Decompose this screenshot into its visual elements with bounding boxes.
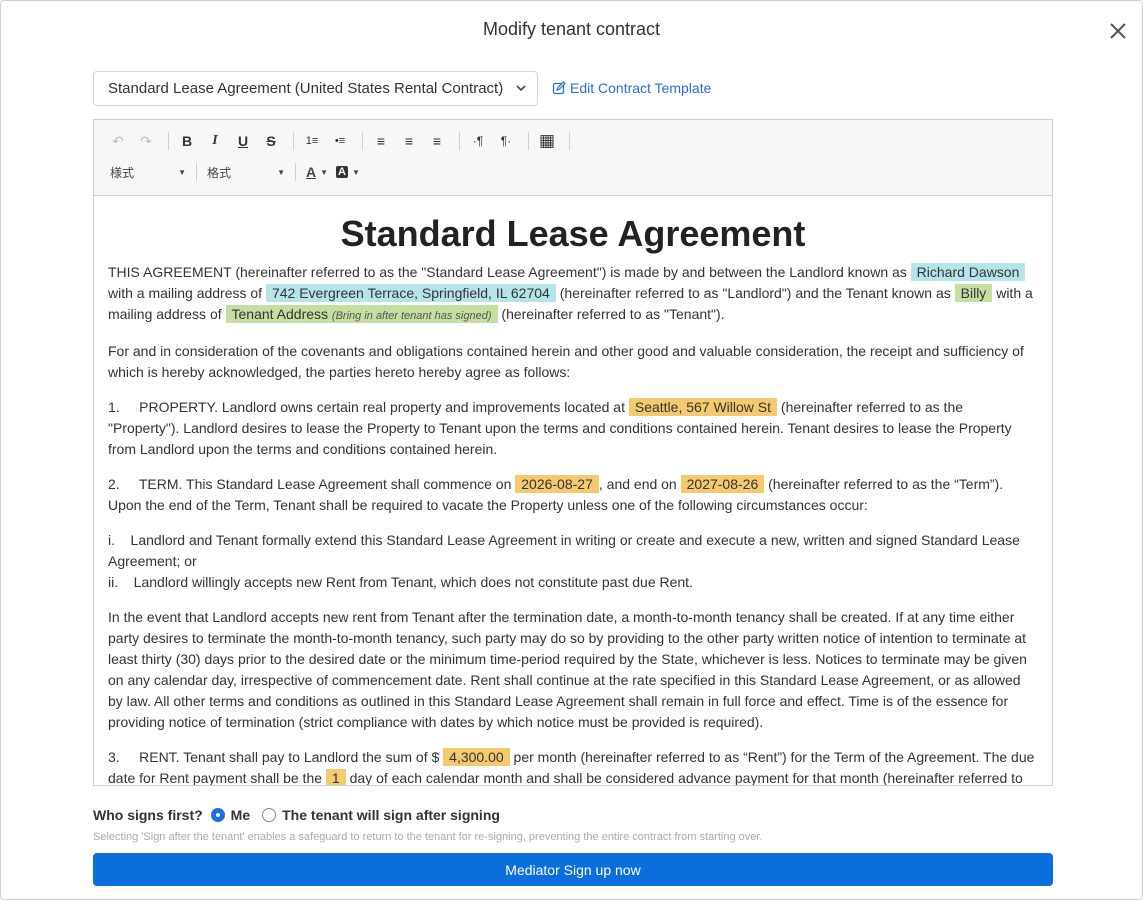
- text: with a mailing address of: [108, 285, 266, 301]
- table-icon[interactable]: ▦: [535, 130, 559, 152]
- align-center-icon[interactable]: ≡: [397, 130, 421, 152]
- paragraph-term: 2. TERM. This Standard Lease Agreement s…: [108, 474, 1038, 516]
- background-color-icon: A: [336, 166, 348, 178]
- undo-icon[interactable]: ↶: [106, 130, 130, 152]
- align-left-icon[interactable]: ≡: [369, 130, 393, 152]
- italic-icon[interactable]: I: [203, 130, 227, 152]
- template-row: Standard Lease Agreement (United States …: [93, 70, 711, 106]
- edit-contract-template-link[interactable]: Edit Contract Template: [552, 80, 711, 96]
- paragraph-circumstances: i. Landlord and Tenant formally extend t…: [108, 530, 1038, 593]
- edit-icon: [552, 81, 566, 95]
- signing-note: Selecting 'Sign after the tenant' enable…: [93, 831, 763, 843]
- property-address-field[interactable]: Seattle, 567 Willow St: [628, 398, 778, 416]
- rich-text-editor: ↶ ↷ B I U S 1≡ •≡ ≡ ≡ ≡ ·¶ ¶· ▦ 様式 ▼ 格式 …: [93, 119, 1053, 786]
- text: 2. TERM. This Standard Lease Agreement s…: [108, 476, 516, 492]
- text: 3. RENT. Tenant shall pay to Landlord th…: [108, 749, 444, 765]
- numbered-list-icon[interactable]: 1≡: [300, 130, 324, 152]
- end-date-field[interactable]: 2027-08-26: [680, 475, 765, 493]
- text-color-icon: A: [306, 164, 317, 180]
- text-color-button[interactable]: A ▼: [302, 164, 332, 180]
- bold-icon[interactable]: B: [175, 130, 199, 152]
- paragraph-parties: THIS AGREEMENT (hereinafter referred to …: [108, 262, 1038, 327]
- caret-down-icon: ▼: [320, 167, 329, 177]
- radio-me[interactable]: [210, 808, 225, 822]
- caret-down-icon: ▼: [178, 167, 186, 177]
- circumstance-ii: ii. Landlord willingly accepts new Rent …: [108, 574, 693, 590]
- radio-me-label[interactable]: Me: [231, 807, 250, 823]
- paragraph-property: 1. PROPERTY. Landlord owns certain real …: [108, 397, 1038, 460]
- paragraph-rent: 3. RENT. Tenant shall pay to Landlord th…: [108, 747, 1038, 785]
- mediator-sign-button[interactable]: Mediator Sign up now: [93, 853, 1053, 886]
- edit-contract-template-label: Edit Contract Template: [570, 80, 712, 96]
- editor-content[interactable]: Standard Lease Agreement THIS AGREEMENT …: [94, 196, 1052, 785]
- tenant-address-hint: (Bring in after tenant has signed): [331, 310, 492, 322]
- tenant-address-label: Tenant Address: [231, 306, 329, 322]
- contract-template-select[interactable]: Standard Lease Agreement (United States …: [93, 70, 538, 106]
- format-dropdown-label: 格式: [207, 165, 232, 180]
- text: , and end on: [598, 476, 681, 492]
- document-title: Standard Lease Agreement: [340, 213, 806, 254]
- start-date-field[interactable]: 2026-08-27: [515, 475, 599, 493]
- format-dropdown[interactable]: 格式 ▼: [203, 164, 289, 181]
- circumstance-i: i. Landlord and Tenant formally extend t…: [108, 532, 1020, 569]
- text: day of each calendar month and shall be …: [345, 770, 1023, 785]
- bulleted-list-icon[interactable]: •≡: [328, 130, 352, 152]
- caret-down-icon: ▼: [277, 167, 285, 177]
- rent-amount-field[interactable]: 4,300.00: [443, 748, 510, 766]
- who-signs-first-label: Who signs first?: [93, 807, 203, 823]
- close-icon[interactable]: [1106, 19, 1130, 43]
- style-dropdown-label: 様式: [110, 165, 135, 180]
- text: (hereinafter referred to as "Landlord") …: [555, 285, 955, 301]
- text: 1. PROPERTY. Landlord owns certain real …: [108, 399, 629, 415]
- tenant-address-field[interactable]: Tenant Address (Bring in after tenant ha…: [225, 305, 498, 323]
- who-signs-first: Who signs first? Me The tenant will sign…: [93, 807, 500, 823]
- rtl-direction-icon[interactable]: ¶·: [494, 130, 518, 152]
- tenant-name-field[interactable]: Billy: [954, 284, 993, 302]
- rent-due-day-field[interactable]: 1: [325, 769, 346, 785]
- align-right-icon[interactable]: ≡: [425, 130, 449, 152]
- paragraph-consideration: For and in consideration of the covenant…: [108, 343, 1024, 380]
- text: (hereinafter referred to as "Tenant").: [497, 306, 725, 322]
- radio-tenant-after-label[interactable]: The tenant will sign after signing: [282, 807, 500, 823]
- text: THIS AGREEMENT (hereinafter referred to …: [108, 264, 911, 280]
- modal-title: Modify tenant contract: [482, 19, 661, 39]
- landlord-address-field[interactable]: 742 Evergreen Terrace, Springfield, IL 6…: [265, 284, 556, 302]
- ltr-direction-icon[interactable]: ·¶: [466, 130, 490, 152]
- chevron-down-icon: [516, 85, 526, 92]
- underline-icon[interactable]: U: [231, 130, 255, 152]
- radio-tenant-after[interactable]: [262, 808, 277, 822]
- paragraph-month-to-month: In the event that Landlord accepts new r…: [108, 609, 1027, 730]
- contract-modal: Modify tenant contract Standard Lease Ag…: [0, 0, 1143, 900]
- editor-toolbar: ↶ ↷ B I U S 1≡ •≡ ≡ ≡ ≡ ·¶ ¶· ▦ 様式 ▼ 格式 …: [94, 120, 1052, 196]
- style-dropdown[interactable]: 様式 ▼: [106, 164, 190, 181]
- strikethrough-icon[interactable]: S: [259, 130, 283, 152]
- background-color-button[interactable]: A ▼: [332, 166, 364, 178]
- redo-icon[interactable]: ↷: [134, 130, 158, 152]
- contract-template-value: Standard Lease Agreement (United States …: [108, 79, 504, 97]
- caret-down-icon: ▼: [352, 167, 360, 177]
- landlord-name-field[interactable]: Richard Dawson: [910, 263, 1026, 281]
